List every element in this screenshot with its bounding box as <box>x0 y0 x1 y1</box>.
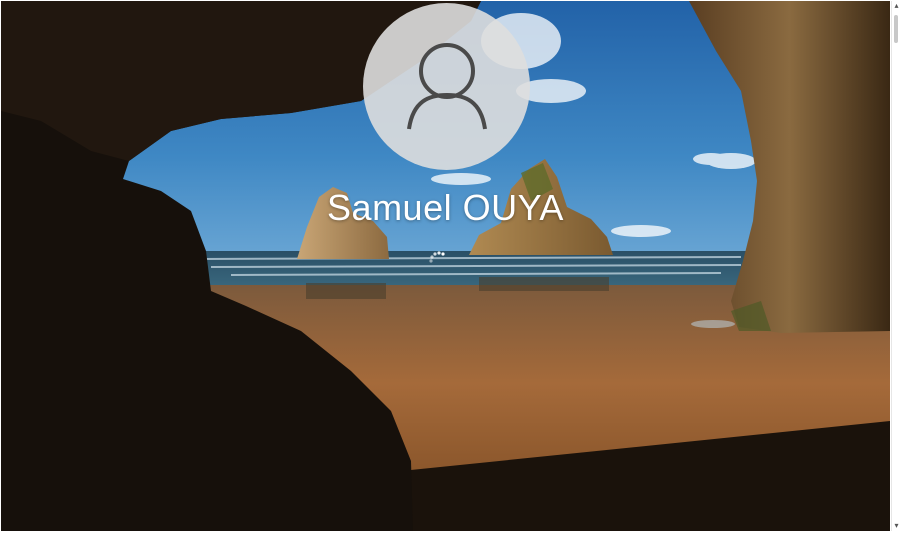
window-bottom-border <box>0 531 901 537</box>
scroll-down-arrow-icon[interactable]: ▾ <box>892 521 901 531</box>
user-name: Samuel OUYA <box>327 187 564 228</box>
vertical-scrollbar[interactable]: ▴ ▾ <box>891 1 901 531</box>
user-avatar[interactable] <box>363 3 530 170</box>
scroll-thumb[interactable] <box>894 15 898 43</box>
loading-spinner-icon <box>429 251 445 263</box>
login-screen: Samuel OUYA <box>1 1 890 531</box>
user-silhouette-icon <box>407 43 487 130</box>
scroll-up-arrow-icon[interactable]: ▴ <box>892 1 901 11</box>
